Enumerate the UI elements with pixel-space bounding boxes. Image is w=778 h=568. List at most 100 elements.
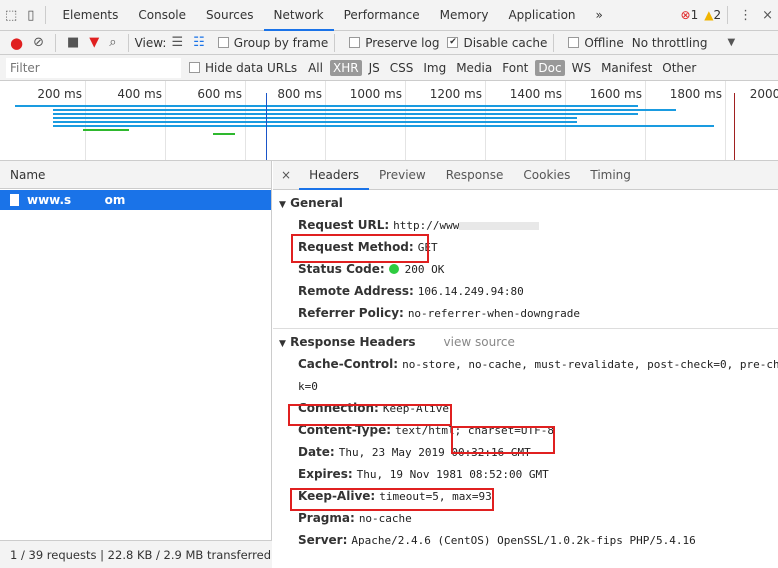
timeline-tick-label: 1400 ms	[509, 87, 562, 101]
response-headers-section-header[interactable]: ▼ Response Headers view source	[273, 329, 778, 353]
hide-data-urls-label: Hide data URLs	[205, 60, 298, 75]
highlight-box-request-method	[291, 234, 429, 263]
waterfall-bar	[15, 105, 639, 107]
tab-console[interactable]: Console	[128, 0, 196, 31]
header-value: Apache/2.4.6 (CentOS) OpenSSL/1.0.2k-fip…	[351, 534, 696, 547]
header-value: Thu, 19 Nov 1981 08:52:00 GMT	[356, 468, 549, 481]
filter-type-css[interactable]: CSS	[387, 60, 417, 76]
header-row: Referrer Policy: no-referrer-when-downgra…	[273, 302, 778, 324]
view-source-link[interactable]: view source	[444, 335, 515, 349]
request-row[interactable]: www.s om	[0, 190, 271, 210]
header-value: k=0	[298, 380, 318, 393]
close-details-button[interactable]: ×	[273, 161, 299, 190]
filter-type-all[interactable]: All	[305, 60, 326, 76]
offline-checkbox[interactable]	[568, 37, 580, 48]
inspect-element-icon[interactable]: ⬚	[5, 8, 17, 23]
timeline-tick-label: 1000 ms	[349, 87, 402, 101]
tab-network[interactable]: Network	[263, 0, 334, 31]
name-column-header[interactable]: Name	[0, 161, 271, 189]
filter-type-doc[interactable]: Doc	[535, 59, 565, 76]
header-row: Expires: Thu, 19 Nov 1981 08:52:00 GMT	[273, 463, 778, 485]
header-name: Expires:	[298, 467, 353, 481]
header-value: no-cache	[358, 512, 412, 525]
timeline-tick-label: 1600 ms	[589, 87, 642, 101]
header-name: Status Code:	[298, 262, 385, 276]
filter-type-js[interactable]: JS	[366, 60, 383, 76]
search-icon[interactable]: ⌕	[109, 35, 116, 50]
request-name: www.s om	[27, 193, 126, 207]
details-tab-cookies[interactable]: Cookies	[513, 161, 580, 190]
kebab-menu-icon[interactable]: ⋮	[739, 8, 752, 23]
details-tab-timing[interactable]: Timing	[580, 161, 641, 190]
warning-count[interactable]: ▲2	[704, 8, 721, 22]
filter-type-manifest[interactable]: Manifest	[598, 60, 655, 76]
group-by-frame-checkbox[interactable]	[217, 37, 229, 48]
waterfall-bar	[53, 113, 639, 115]
timeline-tick-label: 600 ms	[197, 87, 242, 101]
header-row: Request URL: http://www	[273, 214, 778, 236]
filter-type-font[interactable]: Font	[499, 60, 531, 76]
filter-input[interactable]	[6, 57, 181, 78]
header-value: 200 OK	[404, 263, 445, 276]
timeline-gridline	[645, 81, 646, 160]
divider	[127, 33, 129, 52]
header-name: Referrer Policy:	[298, 306, 404, 320]
overview-icon[interactable]: ☷	[193, 35, 205, 50]
timeline-tick-label: 1200 ms	[429, 87, 482, 101]
record-icon[interactable]: ●	[10, 34, 23, 52]
error-count[interactable]: ⊗1	[681, 8, 699, 22]
filter-bar: Hide data URLs AllXHRJSCSSImgMediaFontDo…	[0, 55, 778, 81]
header-row: Cache-Control: no-store, no-cache, must-r…	[273, 353, 778, 375]
network-overview-timeline[interactable]: 200 ms 400 ms 600 ms 800 ms 1000 ms 1200 ms 14…	[0, 81, 778, 161]
waterfall-bar	[53, 121, 578, 123]
details-tabs: × Headers Preview Response Cookies Timing	[273, 161, 778, 190]
header-name: Date:	[298, 445, 335, 459]
hide-data-urls-checkbox[interactable]	[189, 62, 200, 73]
more-tabs-button[interactable]: »	[586, 0, 613, 31]
waterfall-bar	[53, 109, 677, 111]
divider	[45, 6, 47, 24]
details-tab-headers[interactable]: Headers	[299, 161, 370, 190]
filter-type-other[interactable]: Other	[659, 60, 699, 76]
tab-application[interactable]: Application	[498, 0, 585, 31]
tab-elements[interactable]: Elements	[52, 0, 128, 31]
timeline-tick-label: 800 ms	[277, 87, 322, 101]
header-name: Server:	[298, 533, 348, 547]
triangle-down-icon: ▼	[279, 339, 286, 349]
group-by-frame-label: Group by frame	[233, 35, 329, 50]
timeline-tick-label: 200 ms	[37, 87, 82, 101]
timeline-tick-label: 400 ms	[117, 87, 162, 101]
chevron-down-icon[interactable]: ▼	[728, 37, 736, 48]
device-toolbar-icon[interactable]: ▯	[27, 8, 34, 23]
filter-type-xhr[interactable]: XHR	[329, 59, 362, 76]
tab-memory[interactable]: Memory	[430, 0, 499, 31]
triangle-down-icon: ▼	[279, 200, 286, 210]
filter-type-ws[interactable]: WS	[569, 60, 594, 76]
header-name: Cache-Control:	[298, 357, 399, 371]
capture-screenshots-icon[interactable]: ■	[67, 35, 79, 50]
general-section-header[interactable]: ▼ General	[273, 190, 778, 214]
header-row: k=0	[273, 375, 778, 397]
filter-type-img[interactable]: Img	[420, 60, 449, 76]
details-tab-response[interactable]: Response	[436, 161, 514, 190]
close-devtools-icon[interactable]: ×	[762, 8, 773, 23]
header-name: Pragma:	[298, 511, 355, 525]
header-row: Server: Apache/2.4.6 (CentOS) OpenSSL/1.0…	[273, 529, 778, 551]
disable-cache-checkbox[interactable]: ✔	[447, 37, 459, 48]
header-row: Remote Address: 106.14.249.94:80	[273, 280, 778, 302]
large-rows-icon[interactable]: ☰	[171, 35, 183, 50]
redacted-url	[459, 221, 540, 230]
request-list: Name www.s om 1 / 39 requests | 22.8 KB …	[0, 161, 272, 568]
tab-sources[interactable]: Sources	[196, 0, 263, 31]
filter-type-media[interactable]: Media	[453, 60, 495, 76]
tab-performance[interactable]: Performance	[334, 0, 430, 31]
throttling-select[interactable]: No throttling	[632, 36, 708, 50]
filter-icon[interactable]: ▼	[89, 35, 99, 50]
header-value: no-store, no-cache, must-revalidate, pos…	[402, 358, 778, 371]
details-tab-preview[interactable]: Preview	[369, 161, 436, 190]
document-icon	[10, 194, 19, 206]
load-line	[733, 93, 735, 160]
clear-icon[interactable]: ⊘	[33, 35, 44, 50]
timeline-gridline	[725, 81, 726, 160]
preserve-log-checkbox[interactable]	[349, 37, 361, 48]
